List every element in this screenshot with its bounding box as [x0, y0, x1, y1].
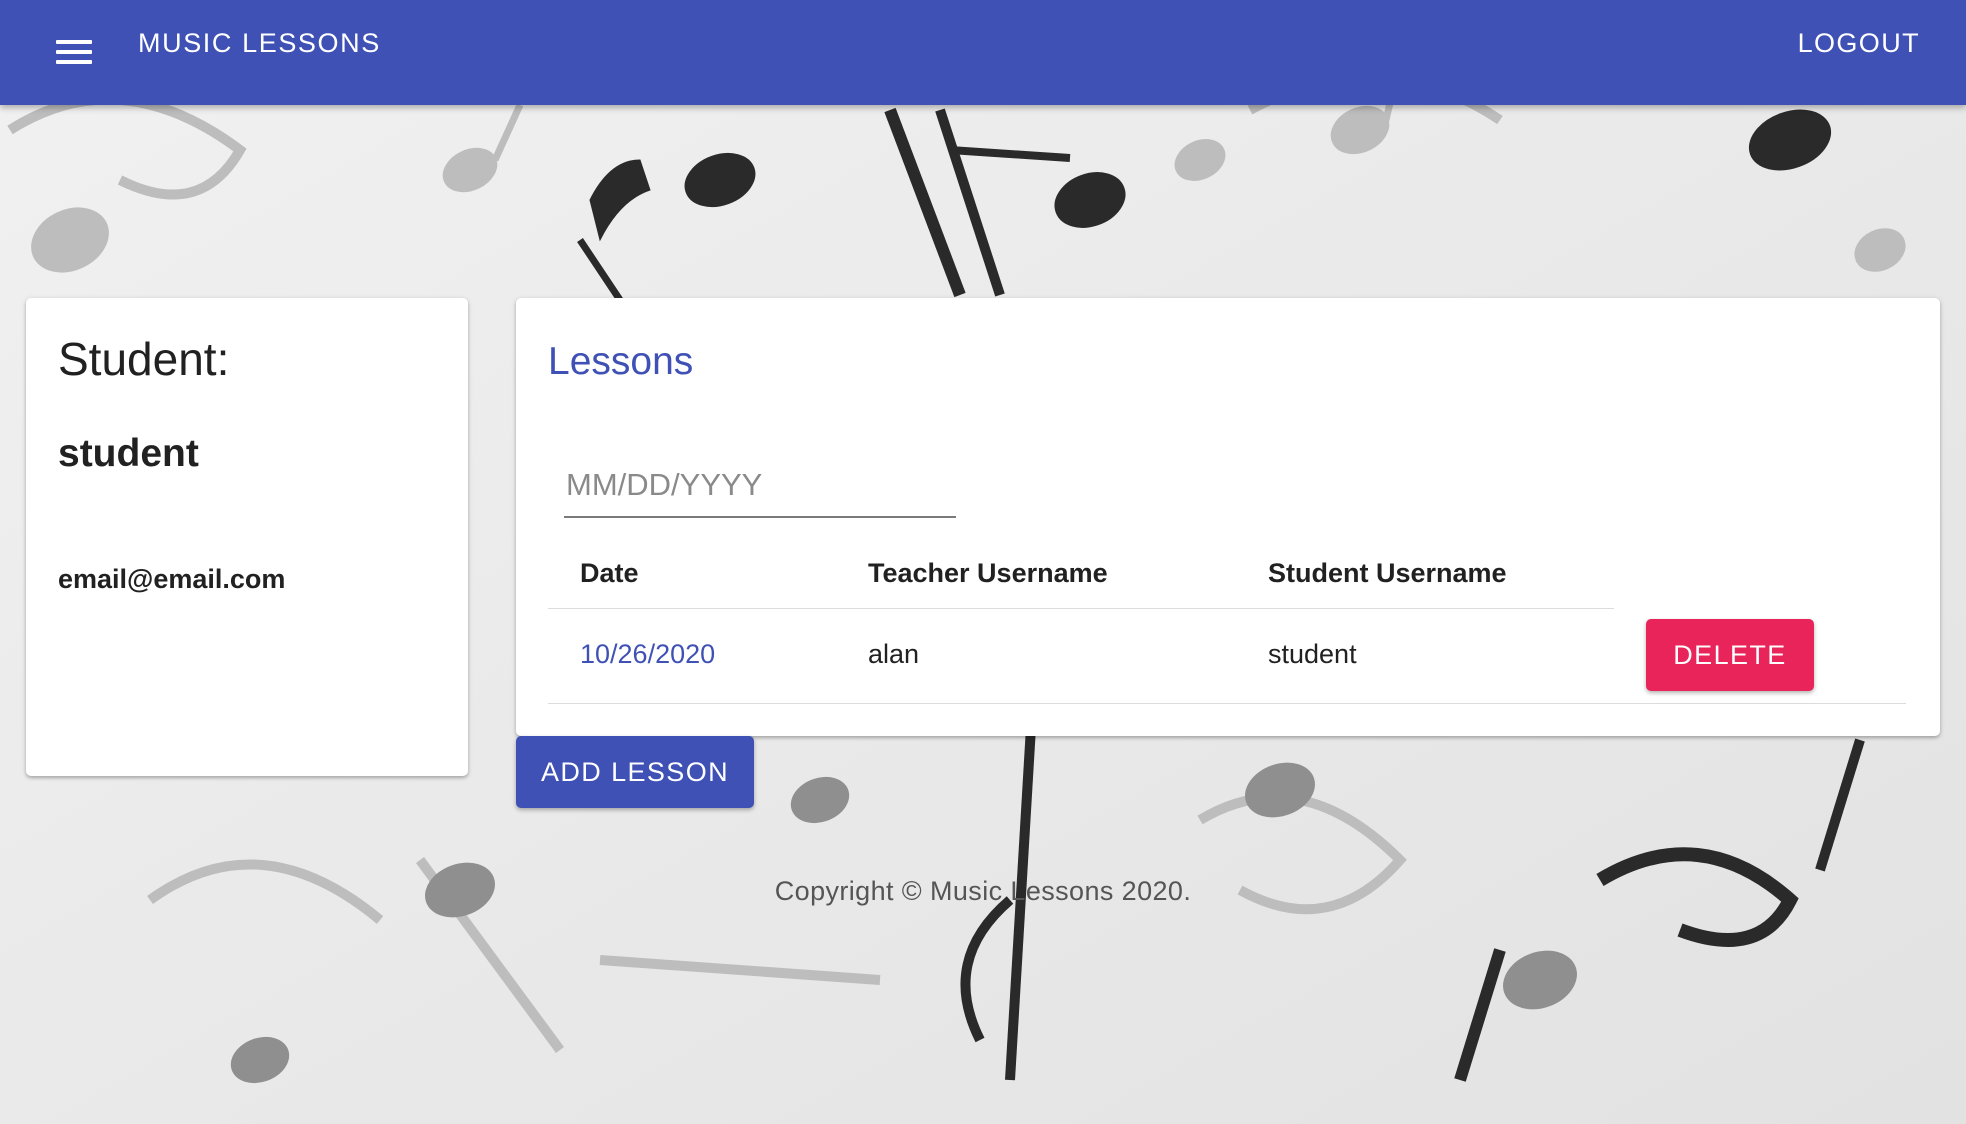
date-filter-input[interactable] — [564, 456, 960, 514]
add-lesson-button[interactable]: ADD LESSON — [516, 736, 754, 808]
lesson-date-link[interactable]: 10/26/2020 — [580, 639, 715, 670]
footer-copyright: Copyright © Music Lessons 2020. — [774, 876, 1192, 906]
logout-button[interactable]: LOGOUT — [1794, 22, 1924, 64]
app-bar: MUSIC LESSONS LOGOUT — [0, 0, 1966, 105]
date-filter-field — [564, 456, 960, 518]
lessons-card: Lessons Date Teacher Username Student Us… — [516, 298, 1940, 736]
menu-button[interactable] — [44, 22, 104, 82]
column-header-student: Student Username — [1268, 558, 1507, 588]
delete-lesson-button[interactable]: DELETE — [1646, 619, 1814, 691]
student-card: Student: student email@email.com — [26, 298, 468, 776]
role-label: Student: — [58, 333, 230, 385]
lesson-teacher: alan — [868, 639, 920, 669]
app-title: MUSIC LESSONS — [138, 28, 381, 58]
student-username: student — [58, 432, 199, 475]
table-header: Date Teacher Username Student Username — [548, 546, 1614, 609]
menu-icon — [56, 40, 92, 64]
lessons-title: Lessons — [548, 340, 694, 383]
column-header-teacher: Teacher Username — [868, 558, 1108, 588]
lessons-table: Date Teacher Username Student Username 1… — [548, 546, 1906, 704]
column-header-date: Date — [580, 558, 639, 588]
student-email: email@email.com — [58, 564, 286, 594]
lesson-student: student — [1268, 639, 1357, 669]
table-row: 10/26/2020 alan student DELETE — [548, 609, 1906, 704]
